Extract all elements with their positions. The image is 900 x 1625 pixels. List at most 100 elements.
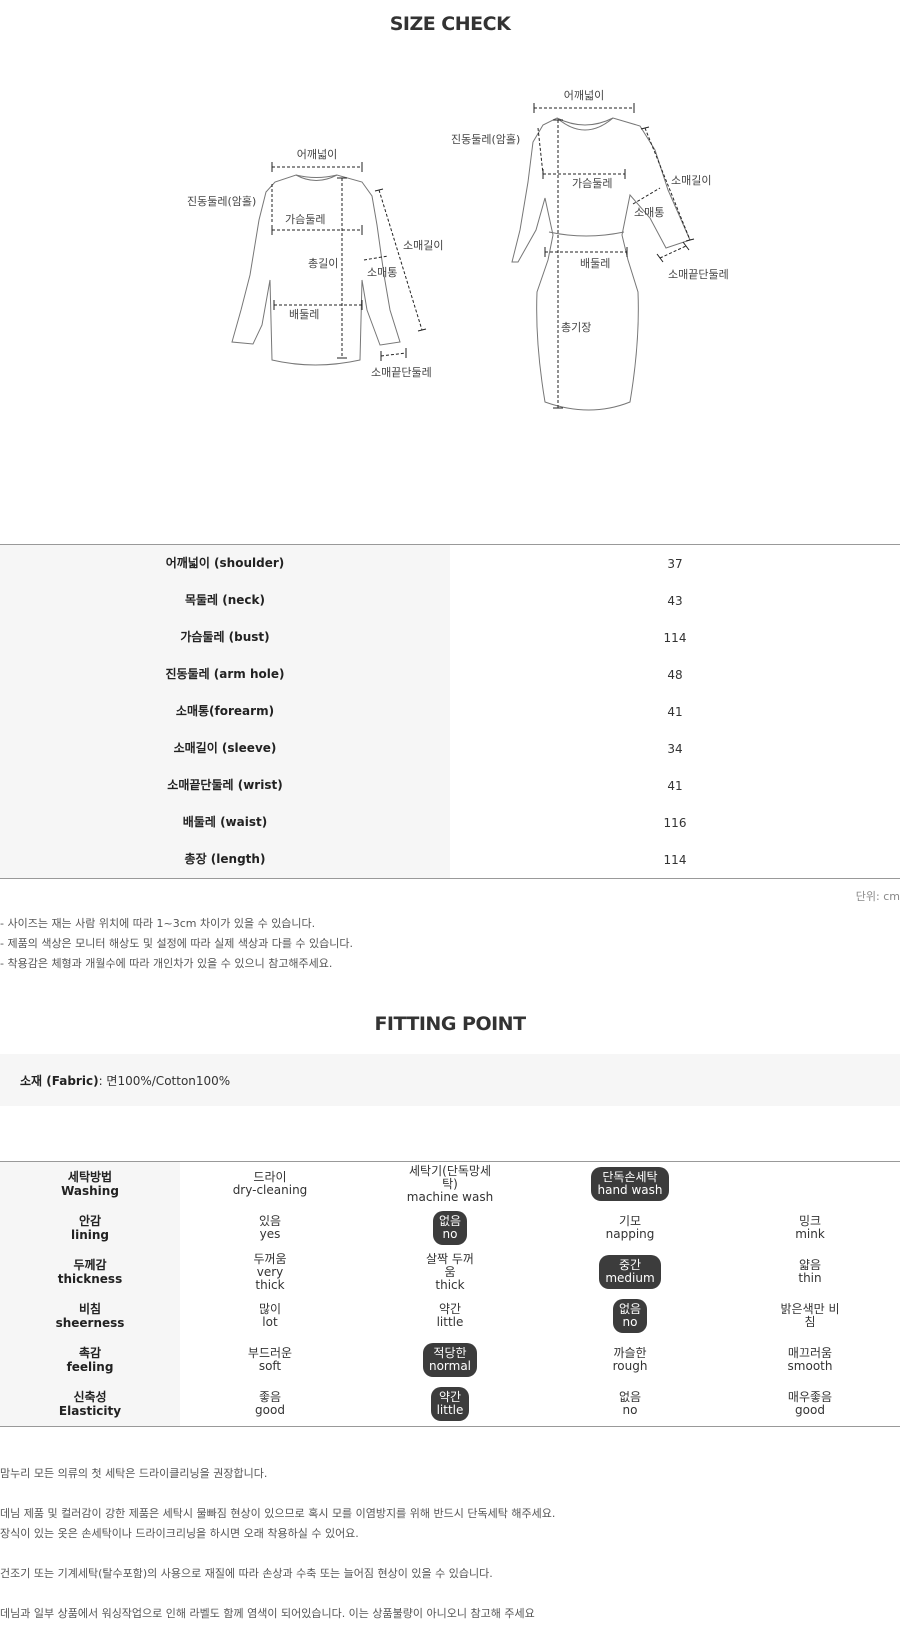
fitting-option-text: rough: [612, 1359, 648, 1373]
fitting-option-text: very: [256, 1264, 284, 1279]
fitting-cell: 없음 no: [540, 1294, 720, 1338]
fitting-header-text: 두께감: [73, 1258, 107, 1272]
fabric-value: : 면100%/Cotton100%: [98, 1073, 231, 1088]
size-label: 진동둘레 (arm hole): [0, 656, 450, 693]
fitting-table: 세탁방법 Washing 드라이 dry-cleaning 세탁기(단독망세탁) mach…: [0, 1161, 900, 1427]
fitting-cell: 적당한 normal: [360, 1338, 540, 1382]
fitting-option-text: 움: [444, 1264, 456, 1279]
care-paragraph: 건조기 또는 기계세탁(탈수포함)의 사용으로 재질에 따라 손상과 수축 또는…: [0, 1564, 555, 1584]
fitting-cell: 없음 no: [360, 1206, 540, 1250]
left-bust-label: 가슴둘레: [285, 213, 325, 226]
fitting-option-selected: 단독손세탁 hand wash: [591, 1167, 669, 1201]
fitting-cell: 많이 lot: [180, 1294, 360, 1338]
care-paragraph: 맘누리 모든 의류의 첫 세탁은 드라이클리닝을 권장합니다.: [0, 1464, 555, 1484]
fitting-row: 신축성 Elasticity 좋음 good 약간 little 없음 no 매우좋음 good: [0, 1382, 900, 1426]
fitting-cell: 두꺼움 very thick: [180, 1250, 360, 1294]
size-row-wrist: 소매끝단둘레 (wrist) 41: [0, 767, 900, 804]
fitting-header-text: 신축성: [73, 1390, 107, 1404]
fitting-point-title: FITTING POINT: [374, 1013, 526, 1035]
size-value: 43: [667, 593, 683, 608]
fitting-option: 얇음 thin: [798, 1259, 821, 1285]
fitting-option: 없음 no: [619, 1391, 641, 1417]
size-label: 가슴둘레 (bust): [0, 619, 450, 656]
care-notes: 맘누리 모든 의류의 첫 세탁은 드라이클리닝을 권장합니다. 데님 제품 및 컬…: [0, 1464, 555, 1625]
fitting-row: 세탁방법 Washing 드라이 dry-cleaning 세탁기(단독망세탁) mach…: [0, 1162, 900, 1206]
left-forearm-label: 소매통: [367, 266, 397, 279]
fitting-cell: 매끄러움 smooth: [720, 1338, 900, 1382]
unit-label: 단위: cm: [855, 890, 900, 903]
fitting-option: 많이 lot: [259, 1303, 281, 1329]
fitting-option-text: 세탁기(단독망세탁): [409, 1163, 491, 1191]
fitting-option-text: 두꺼움: [253, 1251, 287, 1266]
size-row-waist: 배둘레 (waist) 116: [0, 804, 900, 841]
fitting-cell: 중간 medium: [540, 1250, 720, 1294]
left-sleeve-label: 소매길이: [403, 239, 443, 252]
size-note: - 제품의 색상은 모니터 해상도 및 설정에 따라 실제 색상과 다를 수 있…: [0, 937, 354, 950]
fitting-row-header: 안감 lining: [0, 1206, 180, 1250]
left-length-label: 총길이: [308, 257, 338, 270]
size-value: 41: [667, 704, 683, 719]
fitting-cell: 좋음 good: [180, 1382, 360, 1426]
care-paragraph: 데님 제품 및 컬러감이 강한 제품은 세탁시 물빠짐 현상이 있으므로 혹시 …: [0, 1504, 555, 1544]
right-length-label: 총기장: [561, 321, 591, 334]
care-line: 데님과 일부 상품에서 워싱작업으로 인해 라벨도 함께 염색이 되어있습니다.…: [0, 1607, 535, 1620]
size-value: 41: [667, 778, 683, 793]
fitting-option: 부드러운 soft: [248, 1347, 292, 1373]
fitting-option-text: hand wash: [597, 1183, 663, 1197]
size-row-armhole: 진동둘레 (arm hole) 48: [0, 656, 900, 693]
fitting-option-text: good: [255, 1403, 285, 1417]
fitting-cell: 매우좋음 good: [720, 1382, 900, 1426]
size-value: 37: [667, 556, 683, 571]
fitting-option: 까슬한 rough: [613, 1347, 648, 1373]
fitting-header-text: Elasticity: [58, 1404, 122, 1418]
fitting-option: 있음 yes: [259, 1215, 281, 1241]
size-value: 116: [663, 815, 687, 830]
fitting-option-text: mink: [795, 1227, 825, 1241]
right-bust-label: 가슴둘레: [572, 177, 612, 190]
fitting-option-text: lot: [262, 1315, 278, 1329]
size-value: 34: [667, 741, 683, 756]
fitting-header-text: sheerness: [55, 1316, 125, 1330]
right-armhole-label: 진동둘레(암홀): [451, 133, 520, 146]
fitting-cell: 약간 little: [360, 1382, 540, 1426]
fitting-option: 밍크 mink: [795, 1215, 825, 1241]
fitting-row: 촉감 feeling 부드러운 soft 적당한 normal 까슬한 rough 매끄러움 sm…: [0, 1338, 900, 1382]
fitting-cell: 있음 yes: [180, 1206, 360, 1250]
fitting-cell: [720, 1162, 900, 1206]
fitting-option: 매우좋음 good: [788, 1391, 832, 1417]
right-waist-label: 배둘레: [580, 257, 610, 270]
fitting-option: 밝은색만 비침: [780, 1303, 839, 1329]
fitting-cell: 얇음 thin: [720, 1250, 900, 1294]
fitting-option: 매끄러움 smooth: [788, 1347, 833, 1373]
size-label: 소매끝단둘레 (wrist): [0, 767, 450, 804]
size-label: 목둘레 (neck): [0, 582, 450, 619]
size-check-title: SIZE CHECK: [389, 13, 511, 35]
fitting-option-text: normal: [428, 1359, 472, 1373]
fitting-cell: 세탁기(단독망세탁) machine wash: [360, 1162, 540, 1206]
care-line: 데님 제품 및 컬러감이 강한 제품은 세탁시 물빠짐 현상이 있으므로 혹시 …: [0, 1507, 556, 1520]
fitting-option: 약간 little: [437, 1303, 464, 1329]
fitting-cell: 살짝 두꺼 움 thick: [360, 1250, 540, 1294]
left-armhole-label: 진동둘레(암홀): [187, 195, 256, 208]
fitting-header-text: feeling: [66, 1360, 114, 1374]
fitting-option-text: thick: [255, 1277, 285, 1292]
fitting-header-text: thickness: [57, 1272, 123, 1286]
size-label: 어깨넓이 (shoulder): [0, 545, 450, 582]
size-label: 배둘레 (waist): [0, 804, 450, 841]
fitting-option: 세탁기(단독망세탁) machine wash: [405, 1163, 495, 1204]
size-notes: - 사이즈는 재는 사람 위치에 따라 1~3cm 차이가 있을 수 있습니다.…: [0, 914, 353, 974]
fitting-option-text: medium: [605, 1271, 655, 1285]
fitting-cell: 밝은색만 비침: [720, 1294, 900, 1338]
care-line: 장식이 있는 옷은 손세탁이나 드라이크리닝을 하시면 오래 착용하실 수 있어…: [0, 1527, 359, 1540]
size-row-length: 총장 (length) 114: [0, 841, 900, 878]
fitting-option-text: little: [436, 1315, 464, 1329]
fitting-option: 기모 napping: [606, 1215, 655, 1241]
fitting-option-text: smooth: [787, 1359, 833, 1373]
fitting-option-text: no: [622, 1315, 638, 1329]
fitting-option-text: 침: [804, 1315, 816, 1329]
fitting-option: 두꺼움 very thick: [253, 1251, 287, 1292]
left-waist-label: 배둘레: [289, 308, 319, 321]
fitting-header-text: 촉감: [78, 1346, 102, 1360]
fabric-info: 소재 (Fabric) : 면100%/Cotton100%: [0, 1054, 900, 1106]
size-label: 총장 (length): [0, 841, 450, 878]
